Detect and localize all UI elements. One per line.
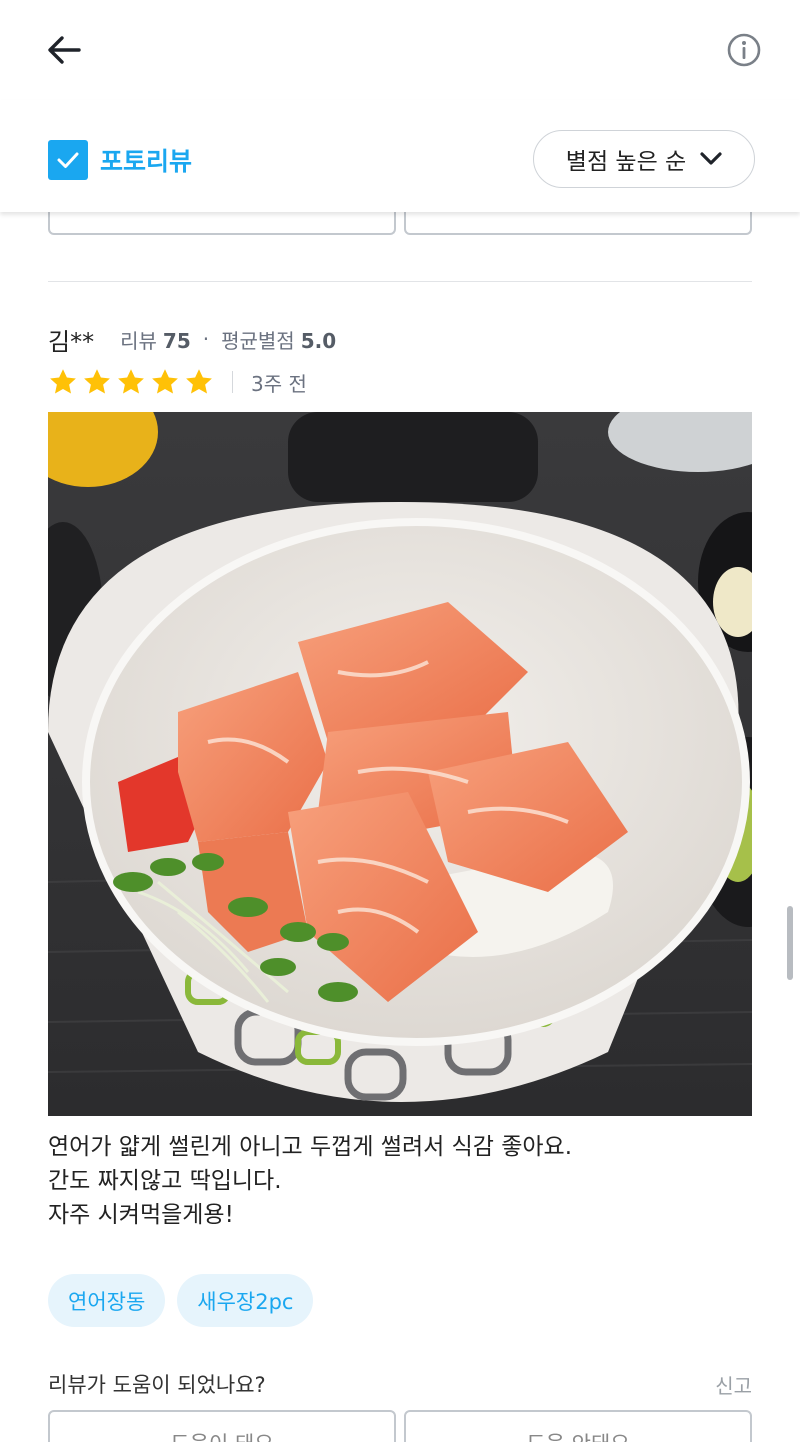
review-divider bbox=[48, 281, 752, 282]
star-icon bbox=[186, 369, 212, 394]
vote-buttons: 도움이 돼요 도움 안돼요 bbox=[48, 1410, 752, 1442]
reviewer-name[interactable]: 김** bbox=[48, 322, 94, 357]
photo-review-checkbox[interactable] bbox=[48, 140, 88, 180]
check-icon bbox=[57, 152, 79, 168]
star-icon bbox=[50, 369, 76, 394]
salmon-bowl-image bbox=[48, 412, 752, 1116]
sort-label: 별점 높은 순 bbox=[565, 149, 687, 175]
average-rating-label: 평균별점 bbox=[221, 328, 295, 353]
chevron-down-icon bbox=[700, 152, 722, 165]
star-icon bbox=[84, 369, 110, 394]
filter-bar: 포토리뷰 별점 높은 순 bbox=[0, 100, 800, 212]
menu-tags: 연어장동 새우장2pc bbox=[48, 1274, 314, 1327]
info-button[interactable] bbox=[722, 28, 766, 72]
helpful-question: 리뷰가 도움이 되었나요? bbox=[48, 1373, 266, 1397]
review-card: 김** 리뷰 75 · 평균별점 5.0 3주 전 bbox=[48, 318, 752, 402]
review-count: 리뷰 75 bbox=[120, 325, 191, 354]
review-line: 간도 짜지않고 딱입니다. bbox=[48, 1168, 282, 1194]
helpful-no-button[interactable]: 도움 안돼요 bbox=[404, 1410, 752, 1442]
helpful-yes-button[interactable]: 도움이 돼요 bbox=[48, 1410, 396, 1442]
review-date: 3주 전 bbox=[251, 371, 307, 396]
review-count-value: 75 bbox=[162, 328, 191, 353]
review-body: 연어가 얇게 썰린게 아니고 두껍게 썰려서 식감 좋아요. 간도 짜지않고 딱… bbox=[48, 1130, 752, 1232]
average-rating-value: 5.0 bbox=[300, 328, 337, 353]
menu-tag[interactable]: 새우장2pc bbox=[177, 1274, 314, 1327]
review-photo[interactable] bbox=[48, 412, 752, 1116]
report-link[interactable]: 신고 bbox=[715, 1370, 752, 1399]
info-circle-icon bbox=[727, 33, 761, 67]
menu-tag[interactable]: 연어장동 bbox=[48, 1274, 166, 1327]
top-bar bbox=[0, 0, 800, 100]
rating-divider bbox=[232, 371, 233, 393]
scrollbar[interactable] bbox=[787, 906, 793, 980]
back-button[interactable] bbox=[40, 28, 88, 72]
star-rating bbox=[48, 367, 214, 397]
average-rating: 평균별점 5.0 bbox=[221, 325, 336, 354]
helpful-row: 리뷰가 도움이 되었나요? 신고 bbox=[48, 1364, 752, 1404]
sort-dropdown[interactable]: 별점 높은 순 bbox=[533, 130, 755, 188]
meta-separator: · bbox=[202, 327, 210, 351]
star-icon bbox=[118, 369, 144, 394]
arrow-left-icon bbox=[48, 36, 81, 64]
review-count-label: 리뷰 bbox=[120, 328, 157, 353]
photo-review-label: 포토리뷰 bbox=[100, 147, 193, 176]
review-line: 자주 시켜먹을게용! bbox=[48, 1202, 234, 1228]
star-icon bbox=[152, 369, 178, 394]
review-line: 연어가 얇게 썰린게 아니고 두껍게 썰려서 식감 좋아요. bbox=[48, 1134, 573, 1160]
review-meta: 김** 리뷰 75 · 평균별점 5.0 bbox=[48, 318, 752, 360]
photo-review-filter[interactable]: 포토리뷰 bbox=[48, 140, 192, 180]
rating-row: 3주 전 bbox=[48, 362, 752, 402]
